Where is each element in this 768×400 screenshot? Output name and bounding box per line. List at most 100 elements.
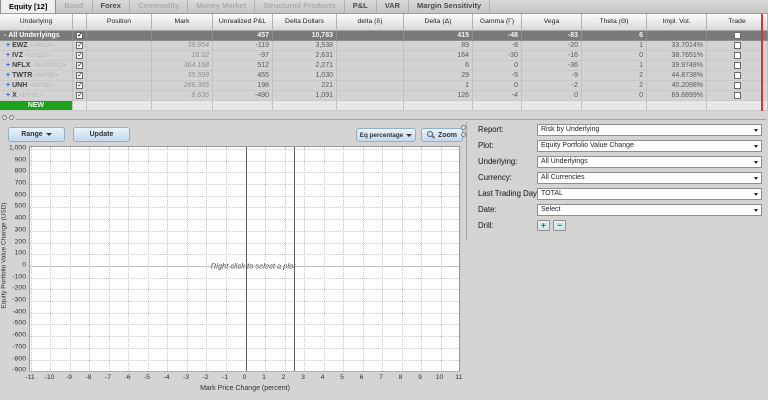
cell-value [337, 31, 404, 41]
table-row-new[interactable]: NEW [0, 101, 768, 111]
expand-icon[interactable]: + [6, 81, 10, 90]
cell-value [337, 41, 404, 51]
y-tick-label: -100 [12, 273, 26, 281]
cell-value: 8.636 [152, 91, 213, 101]
plot-area[interactable]: Right click to select a plot [29, 146, 462, 373]
column-header-vega[interactable]: Vega [522, 14, 582, 31]
column-header-underlying[interactable]: Underlying [0, 14, 73, 31]
portfolio-table: Underlying Position Mark Unrealized P&L Delt… [0, 14, 768, 111]
trade-checkbox[interactable] [733, 42, 741, 49]
dropdown-last-trading-day[interactable]: TOTAL [537, 187, 762, 200]
column-header-unrealized-p-l[interactable]: Unrealized P&L [213, 14, 273, 31]
trade-checkbox[interactable] [733, 32, 741, 39]
collapse-icon[interactable]: - [4, 31, 6, 40]
tab-bar: Equity [12] Bond Forex Commodity Money Marke… [0, 0, 768, 14]
table-row-x[interactable]: + X <NYSE> ✓ 8.636 -490 1,091 126 -4 0 0 69.6899% [0, 91, 768, 101]
x-tick-label: 6 [359, 374, 364, 381]
tab-margin-sensitivity[interactable]: Margin Sensitivity [409, 0, 491, 13]
gridline [30, 172, 459, 174]
y-tick-label: 800 [14, 167, 26, 175]
table-row-nflx[interactable]: + NFLX <NASDAQ> ✓ 364.168 512 2,271 6 0 -36 1 39.97… [0, 61, 768, 71]
trade-checkbox[interactable] [733, 52, 741, 59]
gridline [30, 148, 459, 150]
table-row-unh[interactable]: + UNH <NYSE> ✓ 266.365 198 221 1 0 -2 2 40.2098% [0, 81, 768, 91]
cell-value: 6 [582, 31, 647, 41]
trade-checkbox[interactable] [733, 92, 741, 99]
tab-structured-products: Structured Products [255, 0, 345, 13]
gridline [421, 147, 423, 371]
column-header-delta[interactable]: delta (δ) [337, 14, 404, 31]
risk-navigator-window: Equity [12] Bond Forex Commodity Money Marke… [0, 0, 768, 400]
expand-icon[interactable]: + [6, 91, 10, 100]
horizontal-splitter[interactable] [16, 119, 766, 120]
row-select-checkbox[interactable]: ✓ [76, 52, 83, 59]
table-header-row: Underlying Position Mark Unrealized P&L Delt… [0, 14, 768, 31]
dropdown-underlying[interactable]: All Underlyings [537, 155, 762, 168]
row-select-checkbox[interactable]: ✓ [76, 32, 83, 39]
field-label: Currency: [478, 173, 512, 182]
table-row-ewz[interactable]: + EWZ <ARCA> ✓ 39.954 -119 3,538 89 -8 -20 1 33.701… [0, 41, 768, 51]
column-header-trade[interactable]: Trade [707, 14, 768, 31]
expand-icon[interactable]: + [6, 41, 10, 50]
row-select-checkbox[interactable]: ✓ [76, 42, 83, 49]
cell-value: 512 [213, 61, 273, 71]
expand-icon[interactable]: + [6, 71, 10, 80]
drill-add-button[interactable]: + [537, 220, 550, 231]
splitter-knob-icon[interactable] [9, 115, 14, 120]
row-select-checkbox[interactable]: ✓ [76, 62, 83, 69]
table-row-twtr[interactable]: + TWTR <NYSE> ✓ 35.599 455 1,030 29 -5 -9 2 44.8738… [0, 71, 768, 81]
column-header-theta[interactable]: Theta (Θ) [582, 14, 647, 31]
column-header-mark[interactable]: Mark [152, 14, 213, 31]
trade-checkbox[interactable] [733, 82, 741, 89]
form-row-currency: Currency: All Currencies [467, 170, 768, 185]
column-header-gamma[interactable]: Gamma (Γ) [473, 14, 522, 31]
column-header-delta-dollars[interactable]: Delta Dollars [273, 14, 337, 31]
x-tick-label: -11 [25, 374, 35, 381]
zoom-button[interactable]: Zoom [421, 128, 463, 142]
table-row-ivz[interactable]: + IVZ <NYSE> ✓ 16.02 -97 2,631 164 -30 -16 0 38.765… [0, 51, 768, 61]
column-header-impl-vol[interactable]: Impl. Vol. [647, 14, 707, 31]
table-row-all-underlyings[interactable]: - All Underlyings ✓ 457 10,783 415 -48 -83 6 [0, 31, 768, 41]
gridline [30, 289, 459, 291]
tab-equity-12[interactable]: Equity [12] [0, 0, 57, 13]
cell-value: 3,538 [273, 41, 337, 51]
exchange-label: <NYSE> [34, 72, 59, 79]
tab-forex[interactable]: Forex [93, 0, 130, 13]
splitter-knob-icon[interactable] [2, 115, 7, 120]
drill-remove-button[interactable]: − [553, 220, 566, 231]
dropdown-date[interactable]: Select [537, 203, 762, 216]
x-tick-label: 9 [418, 374, 422, 381]
gridline [128, 147, 130, 371]
symbol-label: EWZ [12, 42, 28, 49]
row-select-checkbox[interactable]: ✓ [76, 92, 83, 99]
update-button[interactable]: Update [73, 127, 130, 142]
cell-value [337, 71, 404, 81]
eq-percentage-button[interactable]: Eq percentage [356, 128, 416, 142]
row-select-checkbox[interactable]: ✓ [76, 82, 83, 89]
range-button[interactable]: Range [8, 127, 65, 142]
trade-checkbox[interactable] [733, 62, 741, 69]
dropdown-report[interactable]: Risk by Underlying [537, 123, 762, 136]
gridline [50, 147, 52, 371]
cell-value: -16 [522, 51, 582, 61]
cell-value: 1 [582, 41, 647, 51]
expand-icon[interactable]: + [6, 51, 10, 60]
column-header-position[interactable]: Position [87, 14, 152, 31]
gridline [30, 347, 459, 349]
gridline [206, 147, 208, 371]
new-row-button[interactable]: NEW [0, 101, 73, 111]
tab-var[interactable]: VAR [377, 0, 410, 13]
row-select-checkbox[interactable]: ✓ [76, 72, 83, 79]
gridline [30, 371, 459, 373]
dropdown-plot[interactable]: Equity Portfolio Value Change [537, 139, 762, 152]
column-header-delta[interactable]: Delta (Δ) [404, 14, 473, 31]
expand-icon[interactable]: + [6, 61, 10, 70]
empty-cell [87, 101, 152, 111]
column-header-select[interactable] [73, 14, 87, 31]
trade-checkbox[interactable] [733, 72, 741, 79]
cell-value: 266.365 [152, 81, 213, 91]
tab-p-l[interactable]: P&L [345, 0, 377, 13]
dropdown-currency[interactable]: All Currencies [537, 171, 762, 184]
x-tick-label: 11 [455, 374, 463, 381]
total-row-label: All Underlyings [8, 32, 60, 39]
